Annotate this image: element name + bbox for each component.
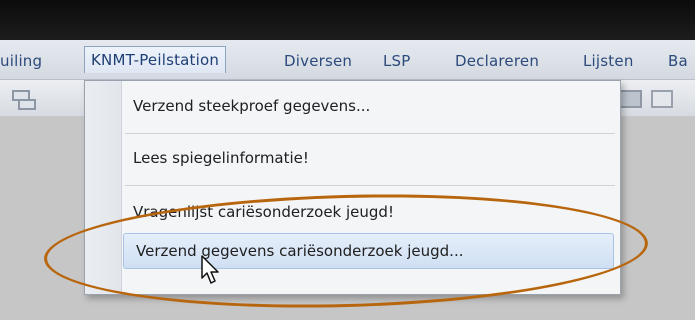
toolbar-window-icon[interactable]: [12, 90, 36, 110]
menu-item-diversen[interactable]: Diversen: [284, 49, 352, 73]
menu-item-lijsten[interactable]: Lijsten: [583, 49, 634, 73]
menu-separator: [125, 185, 615, 186]
menu-item-indeling[interactable]: uiling: [0, 49, 42, 73]
menu-item-truncated[interactable]: Ba: [668, 49, 688, 73]
toolbar-chart-icon[interactable]: [651, 90, 673, 108]
menu-separator: [125, 133, 615, 134]
window-title-bar: [0, 0, 695, 40]
menu-option-verzend-steekproef[interactable]: Verzend steekproef gegevens...: [121, 87, 618, 125]
mouse-cursor-icon: [201, 255, 219, 284]
menu-item-knmt-peilstation[interactable]: KNMT-Peilstation: [84, 46, 227, 73]
menu-item-declareren[interactable]: Declareren: [455, 49, 539, 73]
menu-bar: uiling KNMT-Peilstation Diversen LSP Dec…: [0, 40, 695, 80]
menu-item-lsp[interactable]: LSP: [383, 49, 411, 73]
toolbar-display-icon[interactable]: [618, 90, 642, 108]
menu-option-lees-spiegelinformatie[interactable]: Lees spiegelinformatie!: [121, 139, 618, 177]
